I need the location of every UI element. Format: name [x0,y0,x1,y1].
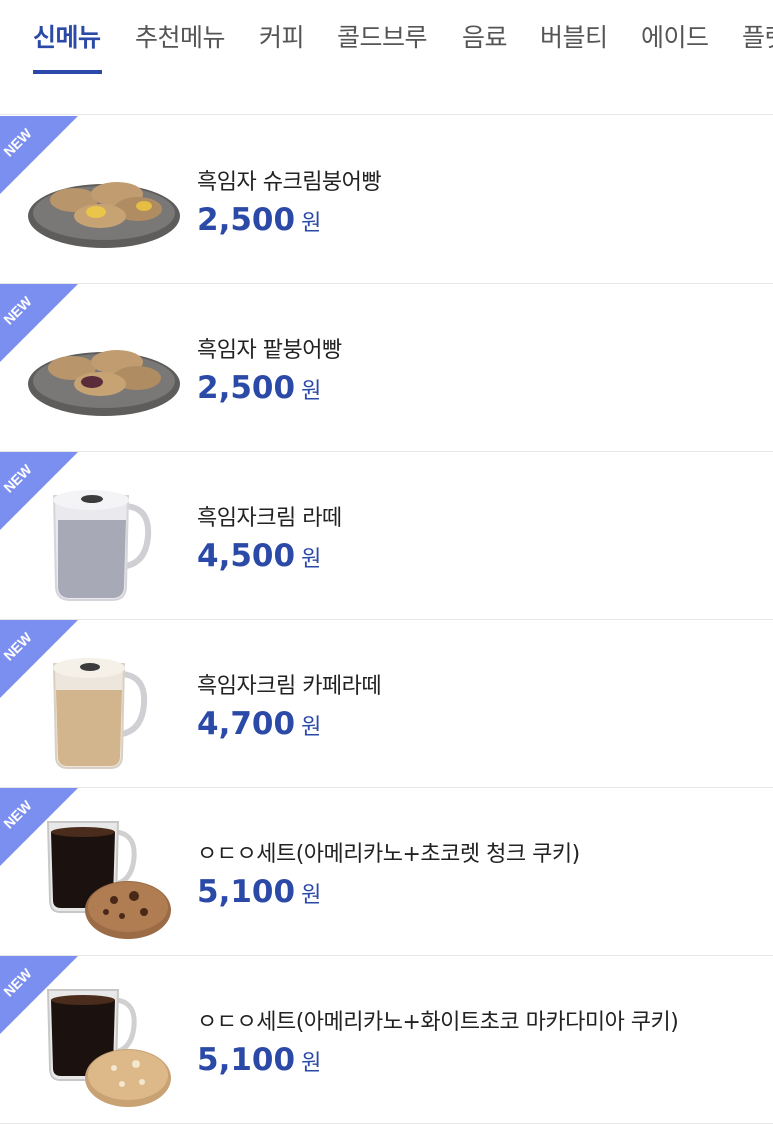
menu-item-black-sesame-cream-bungeoppang[interactable]: NEW 흑임자 슈크림붕어빵 2,500 원 [0,116,773,284]
item-price: 5,100 원 [197,1042,321,1078]
price-currency: 원 [301,715,322,740]
bungeoppang-redbean-plate-image [28,350,180,416]
americano-white-cookie-image [46,989,171,1107]
price-amount: 5,100 [197,874,296,910]
price-currency: 원 [301,211,322,236]
menu-item-black-sesame-cream-cafe-latte[interactable]: NEW 흑임자크림 카페라떼 4,700 원 [0,620,773,788]
price-currency: 원 [301,547,322,572]
price-amount: 5,100 [197,1042,296,1078]
tab-ade[interactable]: 에이드 [641,18,709,54]
active-tab-indicator [33,70,102,74]
tab-beverage[interactable]: 음료 [462,18,508,54]
menu-item-black-sesame-redbean-bungeoppang[interactable]: NEW 흑임자 팥붕어빵 2,500 원 [0,284,773,452]
item-price: 4,500 원 [197,538,321,574]
price-amount: 2,500 [197,202,296,238]
item-price: 5,100 원 [197,874,321,910]
item-name: ㅇㄷㅇ세트(아메리카노+초코렛 청크 쿠키) [197,842,580,867]
item-name: 흑임자크림 라떼 [197,506,342,531]
menu-item-americano-choco-chunk-cookie-set[interactable]: NEW ㅇㄷㅇ세트(아메리카노+초코렛 청크 쿠키) 5,100 원 [0,788,773,956]
item-price: 2,500 원 [197,370,321,406]
category-tab-bar: 신메뉴 추천메뉴 커피 콜드브루 음료 버블티 에이드 플랫 [0,0,773,115]
price-currency: 원 [301,379,322,404]
item-price: 4,700 원 [197,706,321,742]
cafe-latte-mug-image [52,658,148,769]
item-name: ㅇㄷㅇ세트(아메리카노+화이트초코 마카다미아 쿠키) [197,1010,679,1035]
bungeoppang-cream-plate-image [28,182,180,248]
tab-coffee[interactable]: 커피 [259,18,305,54]
item-name: 흑임자 슈크림붕어빵 [197,170,382,195]
price-amount: 4,500 [197,538,296,574]
item-price: 2,500 원 [197,202,321,238]
menu-item-americano-white-choco-macadamia-cookie-set[interactable]: NEW ㅇㄷㅇ세트(아메리카노+화이트초코 마카다미아 쿠키) 5,100 원 [0,956,773,1124]
menu-list: NEW 흑임자 슈크림붕어빵 2,500 원 NEW 흑임자 팥붕어빵 2,50… [0,116,773,1124]
gray-latte-mug-image [52,490,152,601]
tab-bubble-tea[interactable]: 버블티 [540,18,608,54]
price-currency: 원 [301,1051,322,1076]
price-amount: 4,700 [197,706,296,742]
menu-item-black-sesame-cream-latte[interactable]: NEW 흑임자크림 라떼 4,500 원 [0,452,773,620]
tab-recommended[interactable]: 추천메뉴 [135,18,226,54]
item-name: 흑임자 팥붕어빵 [197,338,342,363]
americano-choco-cookie-image [46,821,171,939]
tab-cold-brew[interactable]: 콜드브루 [337,18,428,54]
tab-flat[interactable]: 플랫 [742,18,773,54]
price-currency: 원 [301,883,322,908]
tab-new-menu[interactable]: 신메뉴 [33,18,101,54]
item-name: 흑임자크림 카페라떼 [197,674,382,699]
price-amount: 2,500 [197,370,296,406]
